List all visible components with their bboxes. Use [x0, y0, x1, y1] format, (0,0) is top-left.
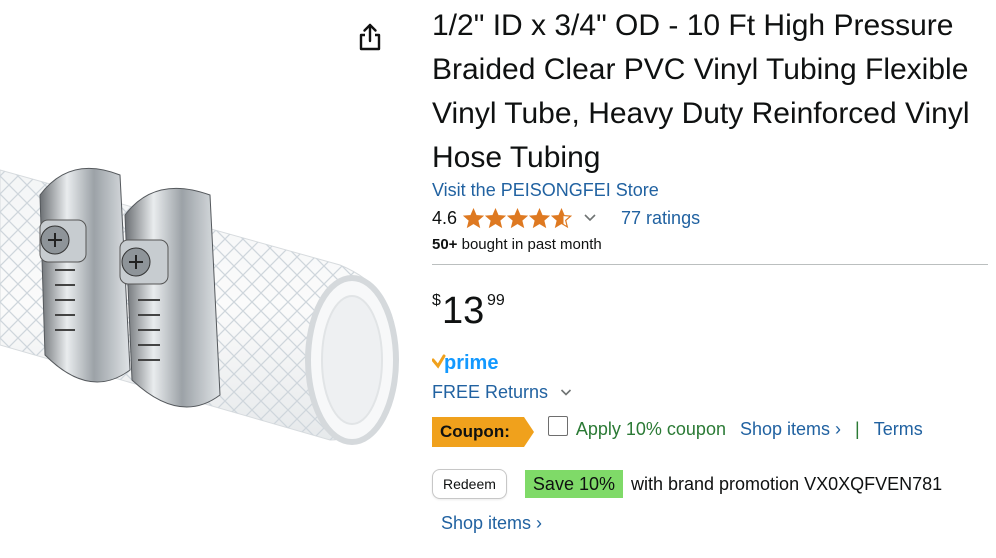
prime-logo: prime [432, 352, 498, 374]
rating-value: 4.6 [432, 207, 458, 228]
chevron-down-icon[interactable] [583, 213, 597, 223]
product-image[interactable] [0, 140, 410, 470]
product-image-area [0, 0, 420, 558]
promo-row: Redeem Save 10% with brand promotion VX0… [432, 468, 942, 500]
bought-text: bought in past month [457, 236, 602, 253]
store-link[interactable]: Visit the PEISONGFEI Store [432, 180, 659, 201]
redeem-button[interactable]: Redeem [432, 469, 507, 499]
prime-text: prime [444, 352, 498, 374]
chevron-down-icon [560, 389, 572, 396]
separator: | [855, 418, 860, 439]
coupon-shop-items-link[interactable]: Shop items › [740, 419, 841, 440]
star-icon [507, 207, 529, 228]
price-fraction: 99 [487, 292, 505, 309]
free-returns[interactable]: FREE Returns [432, 382, 572, 403]
bought-count: 50+ [432, 236, 458, 253]
star-icon [463, 207, 485, 228]
coupon-badge: Coupon: [432, 417, 534, 447]
rating-row: 4.6 77 ratings [432, 206, 700, 230]
divider [432, 264, 988, 265]
product-title: 1/2" ID x 3/4" OD - 10 Ft High Pressure … [432, 9, 970, 174]
star-rating[interactable] [463, 207, 573, 229]
ratings-count-link[interactable]: 77 ratings [621, 208, 700, 229]
promo-text: with brand promotion VX0XQFVEN781 [630, 473, 943, 494]
price-whole: 13 [442, 290, 485, 332]
star-icon [529, 207, 551, 228]
coupon-row: Coupon: Apply 10% coupon Shop items › | … [432, 416, 923, 448]
promo-shop-items-link[interactable]: Shop items › [441, 513, 542, 534]
price-symbol: $ [432, 292, 441, 309]
coupon-terms-link[interactable]: Terms [874, 419, 923, 440]
coupon-checkbox[interactable] [547, 416, 568, 436]
bought-in-past-month: 50+ bought in past month [432, 236, 602, 253]
star-icon [551, 207, 573, 228]
star-icon [485, 207, 507, 228]
free-returns-label: FREE Returns [432, 382, 549, 402]
save-badge: Save 10% [524, 470, 623, 498]
apply-coupon-text[interactable]: Apply 10% coupon [576, 419, 726, 440]
share-icon[interactable] [356, 22, 384, 52]
